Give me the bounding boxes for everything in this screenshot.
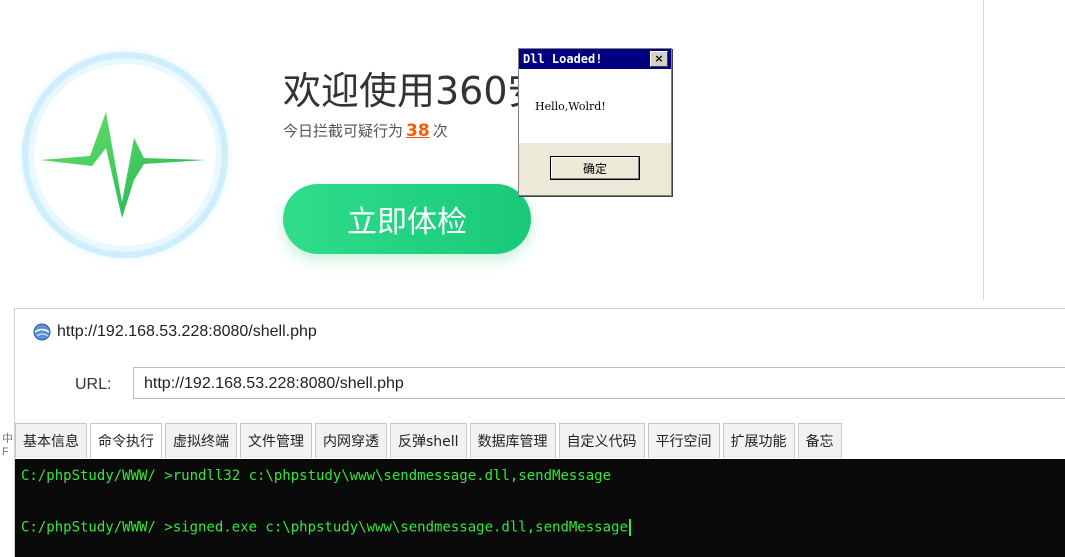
dialog-footer: 确定 xyxy=(519,143,671,193)
shield-pulse-logo xyxy=(10,40,240,270)
dialog-body: Hello,Wolrd! xyxy=(519,69,671,143)
background-window-edge-text: 中 xyxy=(2,433,13,445)
command-terminal[interactable]: C:/phpStudy/WWW/ >rundll32 c:\phpstudy\w… xyxy=(15,459,1065,557)
webshell-manager-window: http://192.168.53.228:8080/shell.php URL… xyxy=(14,308,1065,557)
tab-virtual-terminal[interactable]: 虚拟终端 xyxy=(165,423,237,458)
welcome-title: 欢迎使用360安 xyxy=(283,69,546,113)
window-title: http://192.168.53.228:8080/shell.php xyxy=(33,323,317,341)
tab-basic-info[interactable]: 基本信息 xyxy=(15,423,87,458)
globe-icon xyxy=(33,323,51,341)
feature-tabs: 基本信息 命令执行 虚拟终端 文件管理 内网穿透 反弹shell 数据库管理 自… xyxy=(15,423,845,459)
url-row: URL: http://192.168.53.228:8080/shell.ph… xyxy=(15,367,1065,403)
scan-now-button[interactable]: 立即体检 xyxy=(283,184,531,254)
intercept-stats: 今日拦截可疑行为 38 次 xyxy=(283,120,448,141)
tab-extensions[interactable]: 扩展功能 xyxy=(722,423,795,458)
tab-custom-code[interactable]: 自定义代码 xyxy=(558,423,645,458)
tab-reverse-shell[interactable]: 反弹shell xyxy=(390,423,467,458)
dialog-title-bar: Dll Loaded! × xyxy=(519,49,671,69)
text-caret xyxy=(628,519,631,536)
ok-button[interactable]: 确定 xyxy=(550,156,640,180)
tab-intranet-tunnel[interactable]: 内网穿透 xyxy=(315,423,387,458)
tab-file-manager[interactable]: 文件管理 xyxy=(240,423,312,458)
security-app-window: 欢迎使用360安 今日拦截可疑行为 38 次 立即体检 xyxy=(0,0,983,300)
tab-memo[interactable]: 备忘 xyxy=(797,423,842,458)
dll-loaded-dialog: Dll Loaded! × Hello,Wolrd! 确定 xyxy=(518,48,672,196)
intercept-count-link[interactable]: 38 xyxy=(406,121,430,141)
tab-command-exec[interactable]: 命令执行 xyxy=(90,423,162,458)
terminal-current-text: C:/phpStudy/WWW/ >signed.exe c:\phpstudy… xyxy=(21,519,628,536)
url-input[interactable]: http://192.168.53.228:8080/shell.php xyxy=(133,367,1065,399)
tab-database-manager[interactable]: 数据库管理 xyxy=(469,423,556,458)
terminal-line: C:/phpStudy/WWW/ >rundll32 c:\phpstudy\w… xyxy=(21,468,612,484)
tab-parallel-space[interactable]: 平行空间 xyxy=(647,423,720,458)
window-title-text: http://192.168.53.228:8080/shell.php xyxy=(57,323,317,340)
close-icon[interactable]: × xyxy=(650,51,668,67)
intercept-prefix: 今日拦截可疑行为 xyxy=(283,122,404,140)
dialog-message: Hello,Wolrd! xyxy=(535,99,606,113)
url-label: URL: xyxy=(75,376,112,393)
dialog-title: Dll Loaded! xyxy=(523,52,603,66)
intercept-suffix: 次 xyxy=(432,122,448,140)
terminal-line-current[interactable]: C:/phpStudy/WWW/ >signed.exe c:\phpstudy… xyxy=(21,519,631,536)
background-window-edge-text: F xyxy=(2,446,9,458)
window-edge-divider xyxy=(983,0,984,300)
